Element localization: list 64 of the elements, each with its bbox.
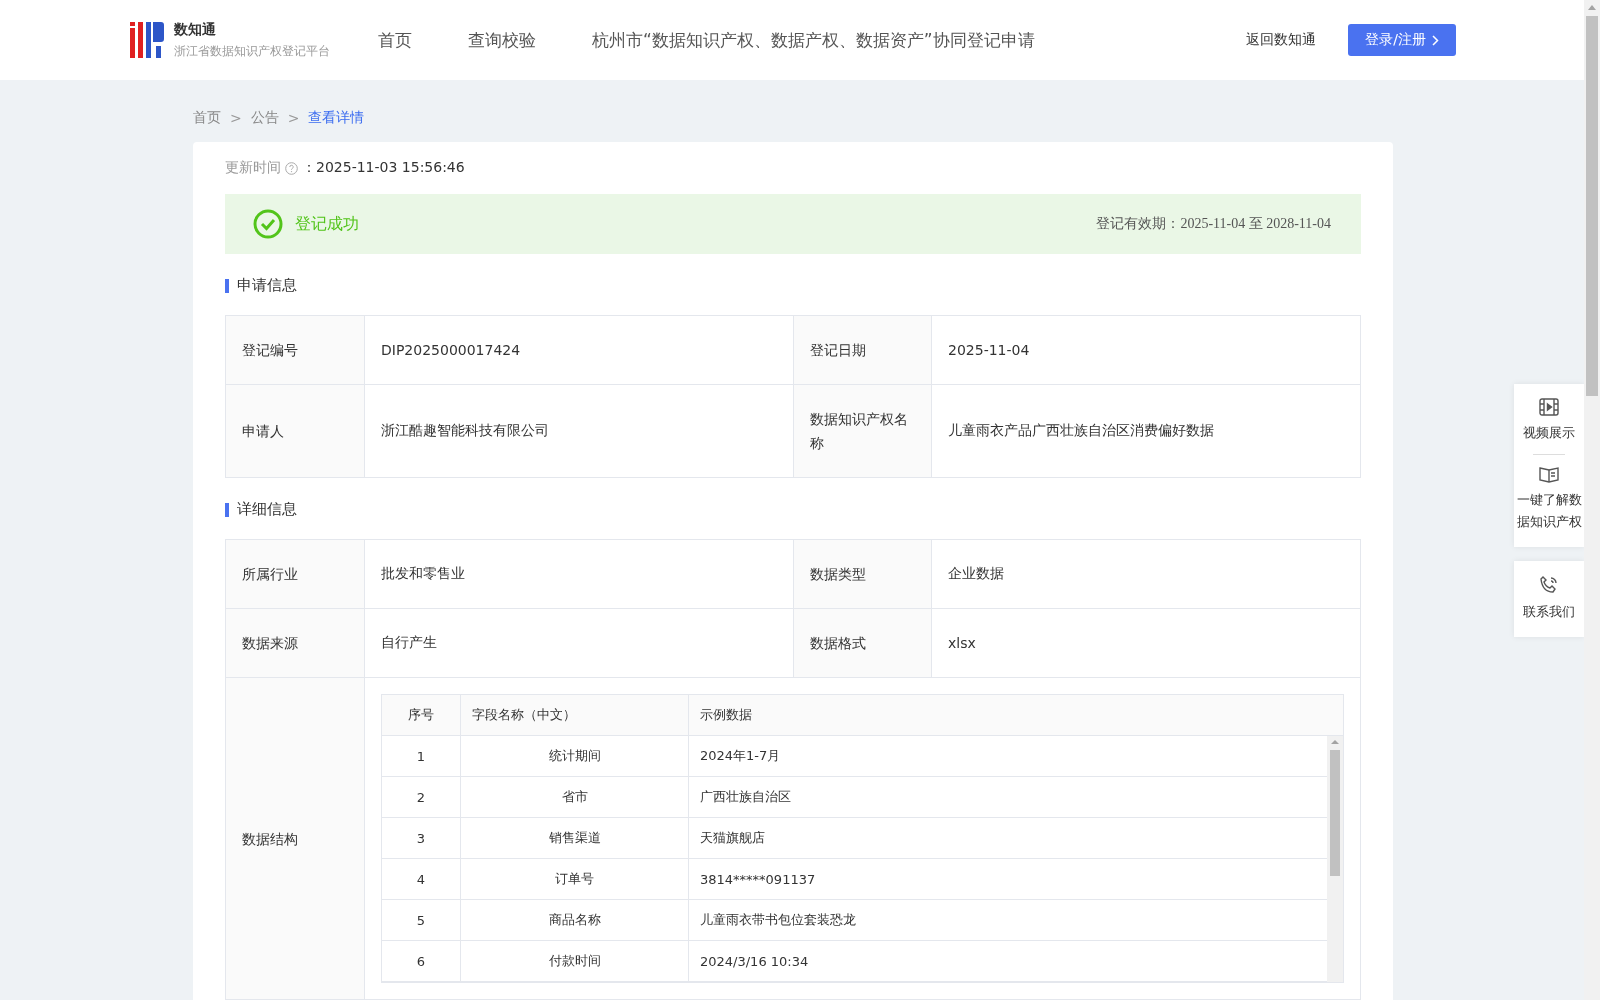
table-cell: 6 [382,941,461,981]
field-label: 数据结构 [226,678,365,999]
table-cell-text: 广西壮族自治区 [699,788,792,806]
film-icon [1539,398,1559,416]
table-cell: 商品名称 [461,900,689,940]
field-value: xlsx [947,634,977,653]
field-label: 登记编号 [226,316,365,384]
table-cell-text: 2024/3/16 10:34 [699,952,810,971]
update-time: ：2025-11-03 15:56:46 [302,159,465,177]
field-label: 数据类型 [794,540,932,608]
table-cell-text: 2024年1-7月 [699,747,782,765]
field-value: 儿童雨衣产品广西壮族自治区消费偏好数据 [947,421,1215,440]
chevron-icon [1431,34,1439,46]
nav-link[interactable]: 首页 [378,28,412,52]
field-value: 企业数据 [947,564,1005,583]
nav-link[interactable]: 查询校验 [468,28,536,52]
table-cell: 付款时间 [461,941,689,981]
table-cell: 省市 [461,777,689,817]
table-cell: 2 [382,777,461,817]
table-cell: 5 [382,900,461,940]
table-cell: 3 [382,818,461,858]
login-button[interactable]: 登录/注册 [1348,24,1456,56]
section-title: 详细信息 [237,500,297,519]
table-cell: 订单号 [461,859,689,899]
table-cell-text: 儿童雨衣带书包位套装恐龙 [699,911,857,929]
update-label: 更新时间 [225,159,281,177]
breadcrumb-separator: > [230,110,242,126]
side-link[interactable]: 视频展示 [1516,394,1582,448]
nav-link[interactable]: 杭州市“数据知识产权、数据产权、数据资产”协同登记申请 [592,28,1035,52]
book-icon [1539,465,1559,483]
section-title: 申请信息 [237,276,297,295]
logo-title: 数知通 [174,20,217,39]
side-link[interactable]: 联系我们 [1516,571,1582,627]
field-label: 申请人 [226,385,365,477]
section-marker [225,278,229,293]
field-value: 2025-11-04 [947,341,1031,360]
side-link[interactable]: 一键了解数据知识产权 [1516,461,1582,537]
validity-period: 登记有效期：2025-11-04 至 2028-11-04 [1096,215,1331,233]
column-header: 字段名称（中文） [461,695,689,735]
field-label: 登记日期 [794,316,932,384]
phone-icon [1539,575,1559,595]
scrollbar-track[interactable] [1584,0,1600,1000]
scrollbar-track[interactable] [1327,736,1343,982]
breadcrumb-link[interactable]: 查看详情 [308,109,365,127]
table-cell: 1 [382,736,461,776]
logo-icon [130,22,164,58]
back-link[interactable]: 返回数知通 [1246,31,1316,49]
field-label: 所属行业 [226,540,365,608]
table-cell: 销售渠道 [461,818,689,858]
field-label: 数据格式 [794,609,932,677]
field-label: 数据来源 [226,609,365,677]
table-cell: 统计期间 [461,736,689,776]
status-text: 登记成功 [295,213,360,235]
logo-subtitle: 浙江省数据知识产权登记平台 [174,42,330,60]
breadcrumb-separator: > [287,110,300,126]
help-icon [285,161,298,175]
table-cell-text: 天猫旗舰店 [699,829,766,847]
table-cell-text: 3814*****091137 [699,870,817,889]
column-header: 示例数据 [699,706,753,724]
check-circle-icon [253,209,283,239]
column-header: 序号 [382,695,461,735]
section-marker [225,502,229,517]
table-cell: 4 [382,859,461,899]
field-label: 数据知识产权名称 [794,385,932,477]
